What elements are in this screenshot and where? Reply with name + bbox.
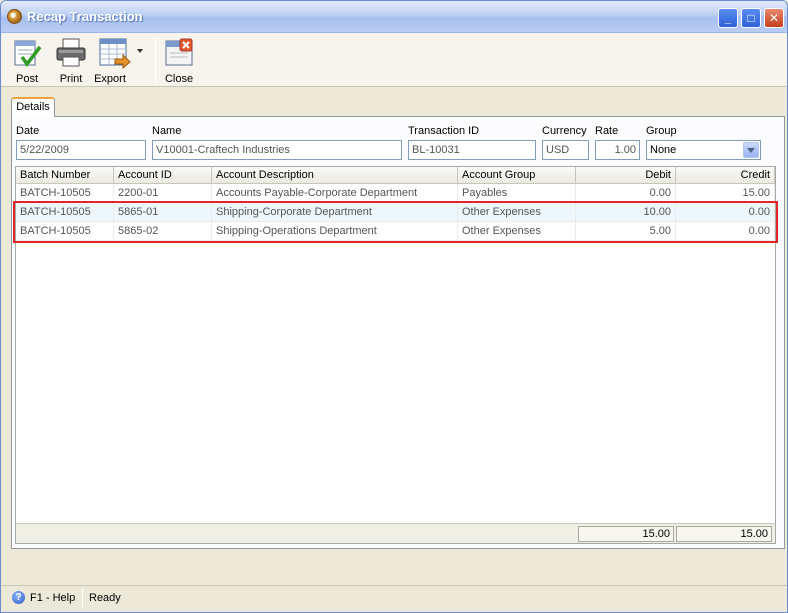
transaction-id-label: Transaction ID [408,125,480,137]
export-icon [99,38,143,69]
chevron-down-icon[interactable] [743,142,759,158]
minimize-button[interactable]: _ [718,8,738,28]
cell-credit: 0.00 [676,222,775,240]
post-button[interactable]: Post [9,35,45,85]
grid-totals: 15.00 15.00 [16,523,775,543]
table-row[interactable]: BATCH-10505 5865-02 Shipping-Operations … [16,222,775,241]
cell-group: Other Expenses [458,222,576,240]
printer-icon [56,38,86,67]
close-button[interactable]: Close [161,35,197,85]
recap-transaction-window: Recap Transaction _ □ ✕ Post Print Expor… [0,0,788,613]
post-label: Post [15,73,38,85]
rate-label: Rate [595,125,619,137]
group-label: Group [646,125,677,137]
column-debit[interactable]: Debit [576,167,676,183]
cell-account-id: 2200-01 [114,184,212,202]
tab-details[interactable]: Details [11,97,55,117]
date-field[interactable]: 5/22/2009 [16,140,146,160]
currency-label: Currency [542,125,587,137]
date-label: Date [16,125,40,137]
total-credit: 15.00 [676,526,772,542]
currency-field[interactable]: USD [542,140,589,160]
export-button[interactable]: Export [94,35,149,85]
grid-header: Batch Number Account ID Account Descript… [16,167,775,184]
window-title: Recap Transaction [27,9,143,24]
column-account-group[interactable]: Account Group [458,167,576,183]
cell-account-id: 5865-02 [114,222,212,240]
status-bar: ? F1 - Help Ready [1,585,787,609]
cell-description: Shipping-Corporate Department [212,203,458,221]
cell-debit: 5.00 [576,222,676,240]
status-separator [82,589,83,607]
close-label: Close [164,73,194,85]
post-icon [14,40,42,67]
column-credit[interactable]: Credit [676,167,775,183]
column-account-id[interactable]: Account ID [114,167,212,183]
cell-batch: BATCH-10505 [16,222,114,240]
total-debit: 15.00 [578,526,674,542]
cell-description: Accounts Payable-Corporate Department [212,184,458,202]
column-account-description[interactable]: Account Description [212,167,458,183]
print-label: Print [59,73,83,85]
help-status[interactable]: F1 - Help [30,592,75,604]
table-row[interactable]: BATCH-10505 5865-01 Shipping-Corporate D… [16,203,775,222]
recap-grid: Batch Number Account ID Account Descript… [15,166,776,544]
group-select[interactable]: None [646,140,761,160]
column-batch-number[interactable]: Batch Number [16,167,114,183]
name-field[interactable]: V10001-Craftech Industries [152,140,402,160]
cell-batch: BATCH-10505 [16,203,114,221]
close-icon [165,38,193,66]
maximize-button[interactable]: □ [741,8,761,28]
cell-credit: 15.00 [676,184,775,202]
help-icon[interactable]: ? [12,591,25,604]
rate-field[interactable]: 1.00 [595,140,640,160]
cell-debit: 0.00 [576,184,676,202]
cell-description: Shipping-Operations Department [212,222,458,240]
cell-batch: BATCH-10505 [16,184,114,202]
app-icon [7,9,22,24]
table-row[interactable]: BATCH-10505 2200-01 Accounts Payable-Cor… [16,184,775,203]
cell-group: Other Expenses [458,203,576,221]
print-button[interactable]: Print [53,35,89,85]
cell-group: Payables [458,184,576,202]
group-select-value: None [650,144,677,156]
status-text: Ready [89,592,121,604]
toolbar-separator [155,39,156,83]
title-bar[interactable]: Recap Transaction _ □ ✕ [1,1,787,33]
toolbar: Post Print Export Close [1,33,787,87]
cell-credit: 0.00 [676,203,775,221]
cell-account-id: 5865-01 [114,203,212,221]
cell-debit: 10.00 [576,203,676,221]
export-label: Export [94,73,126,85]
transaction-id-field[interactable]: BL-10031 [408,140,536,160]
name-label: Name [152,125,182,137]
close-window-button[interactable]: ✕ [764,8,784,28]
